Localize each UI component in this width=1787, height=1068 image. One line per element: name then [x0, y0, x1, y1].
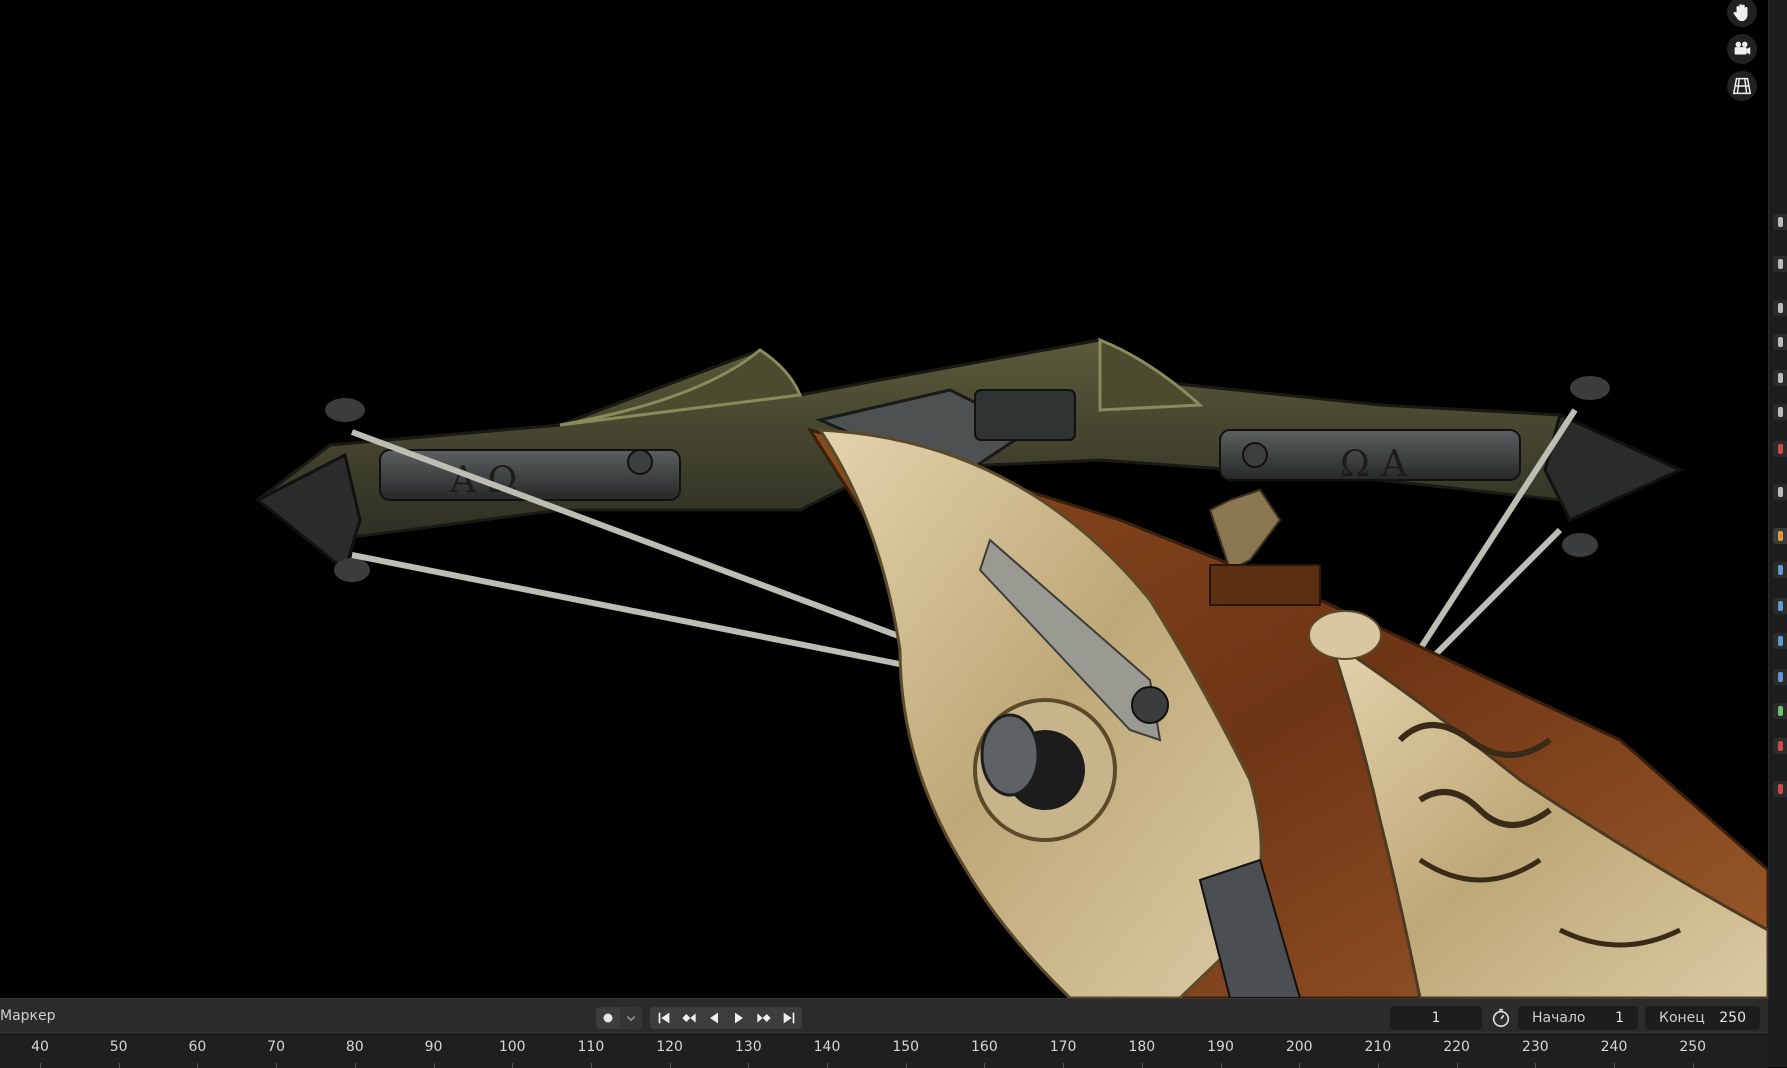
ruler-tick-label: 180 — [1128, 1039, 1156, 1055]
keying-options-dropdown[interactable] — [620, 1007, 642, 1029]
playback-controls — [650, 1007, 802, 1029]
collection-tab[interactable] — [1773, 484, 1787, 500]
record-icon — [603, 1013, 613, 1023]
ruler-tick-label: 200 — [1285, 1039, 1313, 1055]
ruler-tick-mark — [748, 1063, 750, 1068]
ruler-tick-label: 190 — [1207, 1039, 1234, 1055]
ruler-tick-label: 210 — [1364, 1039, 1392, 1055]
ruler-tick-mark — [276, 1063, 278, 1068]
modifier-tab[interactable] — [1773, 562, 1787, 578]
ruler-tick-mark — [1692, 1063, 1694, 1068]
ruler-tick-mark — [590, 1063, 592, 1068]
ruler-tick-mark — [433, 1063, 435, 1068]
ruler-tick-mark — [354, 1063, 356, 1068]
jump-to-keyframe-next-icon[interactable] — [752, 1009, 776, 1027]
timeline-header: Маркер 1 Начало 1 Конец 250 — [0, 998, 1768, 1035]
ruler-tick-label: 50 — [109, 1039, 128, 1055]
3d-viewport[interactable]: A Ω Ω A — [0, 0, 1768, 998]
ruler-tick-label: 80 — [345, 1039, 364, 1055]
ruler-tick-mark — [1299, 1063, 1301, 1068]
ruler-tick-mark — [905, 1063, 907, 1068]
world-tab[interactable] — [1773, 404, 1787, 420]
constraints-tab[interactable] — [1773, 669, 1787, 685]
ruler-tick-label: 100 — [498, 1039, 526, 1055]
ruler-tick-mark — [197, 1063, 199, 1068]
ruler-tick-mark — [827, 1063, 828, 1068]
frame-start-label: Начало — [1532, 1010, 1586, 1026]
crossbow-model: A Ω Ω A — [255, 337, 1768, 998]
frame-start-field[interactable]: Начало 1 — [1518, 1006, 1638, 1030]
ruler-tick-label: 40 — [31, 1039, 49, 1055]
ruler-tick-label: 60 — [188, 1039, 207, 1055]
ruler-tick-label: 170 — [1049, 1039, 1077, 1055]
jump-to-start-icon[interactable] — [652, 1009, 676, 1027]
ruler-tick-label: 250 — [1679, 1039, 1707, 1055]
stopwatch-icon[interactable] — [1490, 1007, 1512, 1029]
current-frame-field[interactable]: 1 — [1390, 1006, 1482, 1030]
tool-tab[interactable] — [1773, 214, 1787, 230]
ruler-tick-mark — [1456, 1063, 1458, 1068]
ruler-tick-mark — [1063, 1063, 1065, 1068]
ruler-tick-label: 90 — [424, 1039, 443, 1055]
pan-hand-icon[interactable] — [1727, 0, 1757, 27]
marker-menu[interactable]: Маркер — [0, 1008, 56, 1024]
ruler-tick-mark — [984, 1063, 986, 1068]
ruler-tick-label: 120 — [656, 1039, 683, 1055]
data-tab[interactable] — [1773, 703, 1787, 719]
ruler-tick-mark — [118, 1063, 120, 1068]
world-red-tab[interactable] — [1773, 441, 1787, 457]
jump-to-keyframe-prev-icon[interactable] — [677, 1009, 701, 1027]
ruler-tick-label: 130 — [734, 1039, 762, 1055]
chevron-down-icon — [626, 1015, 636, 1022]
frame-end-field[interactable]: Конец 250 — [1645, 1006, 1760, 1030]
ruler-tick-mark — [1614, 1063, 1615, 1068]
ruler-tick-label: 240 — [1600, 1039, 1628, 1055]
ruler-tick-mark — [512, 1063, 514, 1068]
scene-tab[interactable] — [1773, 370, 1787, 386]
ruler-tick-label: 110 — [577, 1039, 605, 1055]
texture-tab[interactable] — [1773, 781, 1787, 797]
ruler-tick-label: 70 — [267, 1039, 286, 1055]
physics-tab[interactable] — [1773, 633, 1787, 649]
ruler-tick-mark — [669, 1063, 671, 1068]
play-icon[interactable] — [727, 1009, 751, 1027]
svg-text:Ω A: Ω A — [1340, 444, 1408, 485]
ruler-tick-label: 220 — [1443, 1039, 1470, 1055]
properties-tab-strip — [1768, 0, 1787, 998]
ruler-tick-label: 150 — [892, 1039, 920, 1055]
frame-end-value: 250 — [1719, 1010, 1746, 1026]
ruler-tick-label: 230 — [1521, 1039, 1549, 1055]
ruler-tick-mark — [1220, 1063, 1222, 1068]
particles-tab[interactable] — [1773, 598, 1787, 614]
auto-keying-button[interactable] — [596, 1007, 620, 1029]
camera-view-icon[interactable] — [1727, 34, 1757, 64]
view-layer-tab[interactable] — [1773, 334, 1787, 350]
play-reverse-icon[interactable] — [702, 1009, 726, 1027]
ortho-grid-icon[interactable] — [1727, 71, 1757, 101]
render-tab[interactable] — [1773, 256, 1787, 272]
timeline-ruler[interactable]: 40 50 60 70 80 90 100 110 120 130 140 150 160 170 180 1… — [0, 1034, 1768, 1068]
material-tab[interactable] — [1773, 738, 1787, 754]
timeline-scrollbar-area — [1768, 998, 1787, 1067]
ruler-tick-mark — [1377, 1063, 1379, 1068]
jump-to-end-icon[interactable] — [777, 1009, 801, 1027]
frame-start-value: 1 — [1615, 1010, 1624, 1026]
frame-end-label: Конец — [1659, 1010, 1705, 1026]
ruler-tick-mark — [1141, 1063, 1143, 1068]
ruler-tick-label: 160 — [971, 1039, 998, 1055]
output-tab[interactable] — [1773, 300, 1787, 316]
ruler-tick-label: 140 — [813, 1039, 841, 1055]
object-tab[interactable] — [1773, 528, 1787, 544]
ruler-tick-mark — [40, 1063, 41, 1068]
ruler-tick-mark — [1535, 1063, 1537, 1068]
